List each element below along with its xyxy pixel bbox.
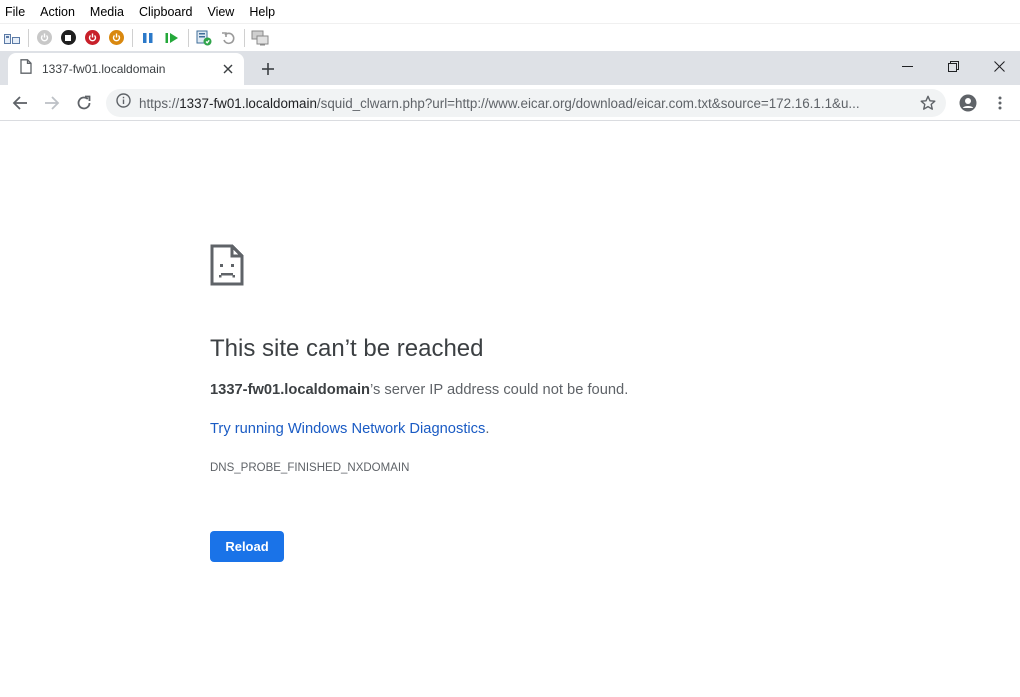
restore-icon[interactable] (930, 51, 976, 81)
new-tab-icon[interactable] (256, 57, 280, 81)
page-icon (20, 59, 32, 79)
url-host: 1337-fw01.localdomain (179, 95, 317, 111)
url-path: /squid_clwarn.php?url=http://www.eicar.o… (316, 95, 860, 111)
pause-icon[interactable] (139, 29, 157, 47)
revert-icon[interactable] (219, 29, 237, 47)
start-icon[interactable] (35, 29, 53, 47)
diagnostics-period: . (485, 421, 490, 437)
close-window-icon[interactable] (976, 51, 1020, 81)
vm-menubar: File Action Media Clipboard View Help (0, 0, 1020, 24)
reload-button[interactable]: Reload (210, 531, 284, 562)
diagnostics-paragraph: Try running Windows Network Diagnostics. (210, 421, 489, 437)
navigation-bar: https://1337-fw01.localdomain/squid_clwa… (0, 85, 1020, 121)
toolbar-separator (244, 28, 245, 47)
toolbar-separator (28, 28, 29, 47)
profile-avatar-icon[interactable] (954, 89, 982, 117)
close-tab-icon[interactable] (218, 59, 238, 79)
forward-icon[interactable] (38, 89, 66, 117)
browser-tab[interactable]: 1337-fw01.localdomain (8, 53, 244, 85)
menu-media[interactable]: Media (90, 5, 124, 19)
menu-clipboard[interactable]: Clipboard (139, 5, 193, 19)
tab-strip: 1337-fw01.localdomain (0, 51, 1020, 85)
url-text[interactable]: https://1337-fw01.localdomain/squid_clwa… (139, 96, 899, 111)
bookmark-star-icon[interactable] (914, 89, 942, 117)
address-bar[interactable]: https://1337-fw01.localdomain/squid_clwa… (106, 89, 946, 117)
error-title: This site can’t be reached (210, 335, 484, 362)
back-icon[interactable] (6, 89, 34, 117)
checkpoint-icon[interactable] (195, 29, 213, 47)
diagnostics-link[interactable]: Try running Windows Network Diagnostics (210, 421, 485, 437)
info-icon[interactable] (116, 93, 131, 113)
toolbar-separator (188, 28, 189, 47)
enhanced-session-icon[interactable] (251, 29, 269, 47)
menu-file[interactable]: File (5, 5, 25, 19)
resume-icon[interactable] (163, 29, 181, 47)
sad-page-icon (210, 244, 244, 286)
menu-kebab-icon[interactable] (986, 89, 1014, 117)
shut-down-icon[interactable] (83, 29, 101, 47)
ctrl-alt-del-icon[interactable] (3, 29, 21, 47)
error-description: 1337-fw01.localdomain’s server IP addres… (210, 382, 628, 398)
url-scheme: https:// (139, 95, 180, 111)
error-host: 1337-fw01.localdomain (210, 382, 370, 398)
minimize-icon[interactable] (884, 51, 930, 81)
menu-action[interactable]: Action (40, 5, 75, 19)
turn-off-icon[interactable] (59, 29, 77, 47)
error-description-text: ’s server IP address could not be found. (370, 382, 629, 398)
menu-view[interactable]: View (207, 5, 234, 19)
reload-icon[interactable] (70, 89, 98, 117)
vm-toolbar (0, 24, 1020, 51)
tab-title: 1337-fw01.localdomain (42, 62, 166, 76)
error-code: DNS_PROBE_FINISHED_NXDOMAIN (210, 462, 410, 474)
menu-help[interactable]: Help (249, 5, 275, 19)
toolbar-separator (132, 28, 133, 47)
power-icon[interactable] (107, 29, 125, 47)
